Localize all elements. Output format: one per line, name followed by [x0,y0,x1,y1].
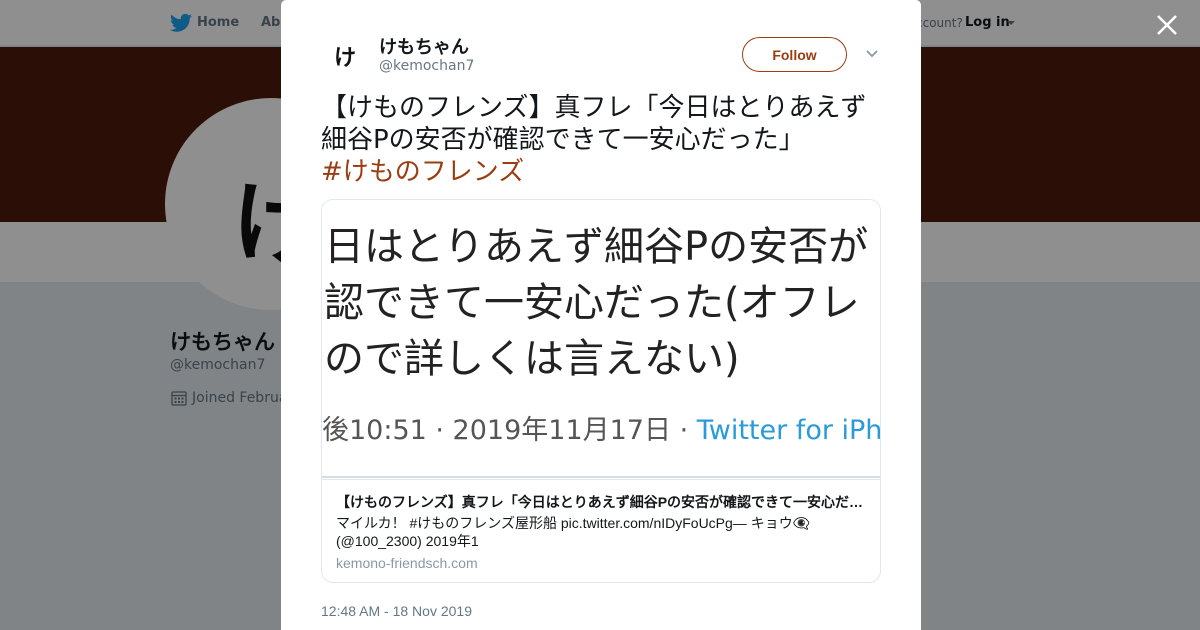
card-image-divider [322,476,880,478]
tweet-body: 【けものフレンズ】真フレ「今日はとりあえず細谷Pの安否が確認できて一安心だった」 [321,93,867,155]
card-description: マイルカ！ #けものフレンズ屋形船 pic.twitter.com/nIDyFo… [336,515,811,549]
card-image-client: Twitter for iPhone [696,415,880,446]
tweet-timestamp[interactable]: 12:48 AM - 18 Nov 2019 [321,603,472,619]
author-avatar[interactable]: け [321,30,369,78]
tweet-hashtag[interactable]: #けものフレンズ [321,157,524,187]
card-image-date: 後10:51 · 2019年11月17日 · [322,415,697,446]
author-avatar-glyph: け [334,46,357,71]
tweet-modal: け けもちゃん @kemochan7 Follow 【けものフレンズ】真フレ「今… [281,0,921,630]
follow-button[interactable]: Follow [742,37,847,72]
close-icon[interactable] [1154,12,1180,38]
card-image-line: 認できて一安心だった(オフレ [324,280,860,326]
author-handle[interactable]: @kemochan7 [379,58,474,74]
card-image-line: 日はとりあえず細谷Pの安否が [324,224,869,270]
card-image: 日はとりあえず細谷Pの安否が 認できて一安心だった(オフレ ので詳しくは言えない… [322,200,880,480]
card-title: 【けものフレンズ】真フレ「今日はとりあえず細谷Pの安否が確認できて一安心だ… [336,494,864,510]
tweet-text: 【けものフレンズ】真フレ「今日はとりあえず細谷Pの安否が確認できて一安心だった」… [321,92,887,188]
card-image-line: ので詳しくは言えない) [324,336,740,382]
card-domain: kemono-friendsch.com [336,555,478,571]
card-image-meta: 後10:51 · 2019年11月17日 · Twitter for iPhon… [322,408,880,447]
chevron-down-icon[interactable] [865,48,879,60]
author-name[interactable]: けもちゃん [379,33,469,59]
link-card[interactable]: 日はとりあえず細谷Pの安否が 認できて一安心だった(オフレ ので詳しくは言えない… [321,199,881,583]
